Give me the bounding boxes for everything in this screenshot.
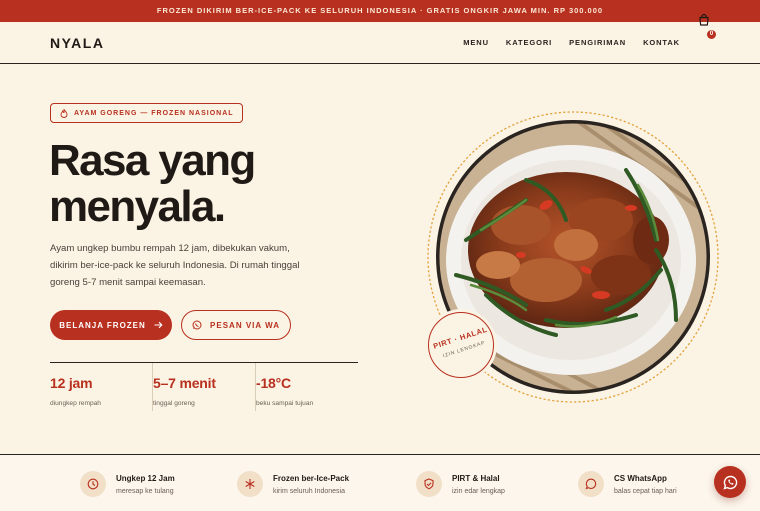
nav-pengiriman[interactable]: PENGIRIMAN [569, 38, 626, 47]
hero-tag-label: AYAM GORENG — FROZEN NASIONAL [74, 109, 234, 117]
nav-menu[interactable]: MENU [463, 38, 489, 47]
snowflake-icon [237, 471, 263, 497]
stat-temperature-label: beku sampai tujuan [256, 400, 314, 407]
pirt-halal-stamp: PIRT · HALAL IZIN LENGKAP [428, 312, 494, 378]
feature-halal-subtitle: izin edar lengkap [452, 487, 505, 495]
feature-whatsapp-title: CS WhatsApp [614, 473, 667, 483]
site-logo[interactable]: NYALA [50, 35, 104, 51]
shopping-bag-icon[interactable] [697, 13, 711, 27]
stat-marinate-value: 12 jam [50, 375, 93, 391]
chat-icon [578, 471, 604, 497]
flame-icon [60, 108, 68, 118]
whatsapp-chat-button[interactable] [714, 466, 746, 498]
hero-description: Ayam ungkep bumbu rempah 12 jam, dibekuk… [50, 243, 300, 288]
hero-category-tag: AYAM GORENG — FROZEN NASIONAL [50, 103, 243, 123]
stat-fry-time-value: 5–7 menit [153, 375, 216, 391]
shop-frozen-label: BELANJA FROZEN [59, 320, 146, 330]
feature-bar: Ungkep 12 Jam meresap ke tulang Frozen b… [0, 454, 760, 511]
shop-frozen-button[interactable]: BELANJA FROZEN [50, 310, 172, 340]
stat-fry-time-label: tinggal goreng [153, 400, 195, 407]
order-whatsapp-label: PESAN VIA WA [210, 320, 280, 330]
feature-frozen: Frozen ber-Ice-Pack kirim seluruh Indone… [237, 471, 349, 497]
hero-headline: Rasa yang menyala. [49, 136, 256, 231]
stat-marinate-label: diungkep rempah [50, 400, 101, 407]
feature-whatsapp: CS WhatsApp balas cepat tiap hari [578, 471, 677, 497]
stat-marinate: 12 jam diungkep rempah [50, 363, 152, 411]
headline-line-1: Rasa yang [49, 136, 256, 185]
feature-marinate-subtitle: meresap ke tulang [116, 487, 174, 495]
main-nav: MENU KATEGORI PENGIRIMAN KONTAK [463, 38, 680, 47]
order-whatsapp-button[interactable]: PESAN VIA WA [181, 310, 291, 340]
headline-line-2: menyala. [49, 182, 226, 231]
feature-marinate: Ungkep 12 Jam meresap ke tulang [80, 471, 175, 497]
arrow-right-icon [154, 321, 163, 329]
clock-icon [80, 471, 106, 497]
hero-dish-image: PIRT · HALAL IZIN LENGKAP [426, 110, 720, 404]
feature-frozen-subtitle: kirim seluruh Indonesia [273, 487, 345, 495]
shield-check-icon [416, 471, 442, 497]
nav-kategori[interactable]: KATEGORI [506, 38, 552, 47]
stat-temperature: -18°C beku sampai tujuan [255, 363, 358, 411]
feature-marinate-title: Ungkep 12 Jam [116, 473, 175, 483]
feature-halal-title: PIRT & Halal [452, 473, 500, 483]
stat-temperature-value: -18°C [256, 375, 291, 391]
whatsapp-icon [722, 475, 737, 490]
site-header: NYALA MENU KATEGORI PENGIRIMAN KONTAK [0, 22, 760, 64]
announcement-bar: FROZEN DIKIRIM BER-ICE-PACK KE SELURUH I… [0, 0, 760, 22]
feature-frozen-title: Frozen ber-Ice-Pack [273, 473, 350, 483]
feature-whatsapp-subtitle: balas cepat tiap hari [614, 487, 677, 495]
whatsapp-icon [192, 320, 202, 330]
stat-fry-time: 5–7 menit tinggal goreng [152, 363, 255, 411]
feature-halal: PIRT & Halal izin edar lengkap [416, 471, 505, 497]
nav-kontak[interactable]: KONTAK [643, 38, 680, 47]
cart-count-badge: 0 [707, 30, 716, 39]
